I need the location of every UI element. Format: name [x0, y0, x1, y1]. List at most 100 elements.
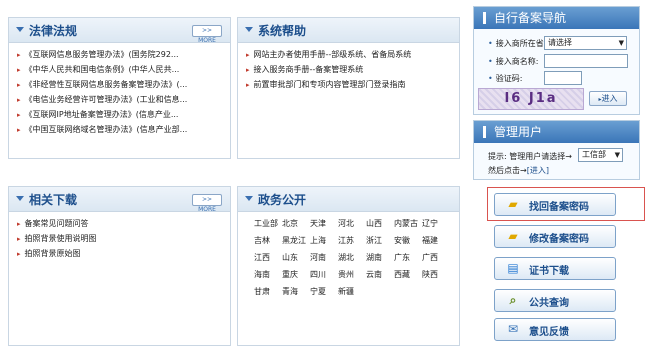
province-row: 海南 重庆 四川 贵州 云南 西藏 陕西 [254, 266, 450, 283]
province-link[interactable]: 吉林 [254, 232, 282, 249]
captcha-input[interactable] [544, 71, 582, 85]
admin-select[interactable]: 工信部 ▼ [578, 148, 623, 162]
feedback-button[interactable]: ✉ 意见反馈 [494, 318, 616, 341]
certificate-download-button[interactable]: ▤ 证书下载 [494, 257, 616, 280]
chevron-down-icon: ▼ [614, 151, 620, 159]
laws-panel: 法律法规 >> MORE ▸ 《互联网信息服务管理办法》(国务院292... ▸ 《… [8, 17, 231, 159]
gov-panel: 政务公开 工业部 北京 天津 河北 山西 内蒙古 辽宁 吉林 黑龙江 上海 江苏 浙江 安徽 福建 江西… [237, 186, 460, 346]
province-link[interactable]: 安徽 [394, 232, 422, 249]
triangle-down-icon [16, 27, 24, 32]
downloads-list: ▸ 备案常见问题问答 ▸ 拍照背景使用说明图 ▸ 拍照背景原始图 [9, 212, 230, 261]
bullet-icon: • [488, 74, 493, 83]
list-item[interactable]: ▸ 《中华人民共和国电信条例》(中华人民共... [17, 62, 230, 77]
province-link[interactable]: 陕西 [422, 266, 450, 283]
province-link[interactable]: 新疆 [338, 283, 366, 300]
isp-name-label: • 接入商名称: [488, 57, 539, 66]
bullet-icon: ▸ [246, 51, 250, 59]
triangle-down-icon [16, 196, 24, 201]
enter-button[interactable]: ▸进入 [589, 91, 627, 106]
bullet-icon: ▸ [17, 51, 21, 59]
province-link[interactable]: 河北 [338, 215, 366, 232]
laws-more-button[interactable]: >> MORE [192, 25, 222, 44]
list-item[interactable]: ▸ 拍照背景使用说明图 [17, 231, 230, 246]
province-row: 吉林 黑龙江 上海 江苏 浙江 安徽 福建 [254, 232, 450, 249]
province-link[interactable]: 山东 [282, 249, 310, 266]
province-link[interactable]: 云南 [366, 266, 394, 283]
list-item[interactable]: ▸ 《互联网信息服务管理办法》(国务院292... [17, 47, 230, 62]
isp-province-label: • 接入商所在省: [488, 39, 547, 48]
certificate-download-icon: ▤ [507, 261, 519, 275]
province-link[interactable]: 内蒙古 [394, 215, 422, 232]
bullet-icon: ▸ [17, 235, 21, 243]
gov-panel-header: 政务公开 [238, 187, 459, 212]
province-link[interactable]: 广西 [422, 249, 450, 266]
change-password-button[interactable]: ▰ 修改备案密码 [494, 225, 616, 248]
search-query-icon: ⌕ [509, 293, 517, 307]
help-panel-header: 系统帮助 [238, 18, 459, 43]
list-item[interactable]: ▸ 《电信业务经营许可管理办法》(工业和信息... [17, 92, 230, 107]
laws-panel-title: 法律法规 [29, 24, 78, 38]
folder-key-icon: ▰ [508, 197, 518, 211]
isp-name-input[interactable] [544, 54, 628, 68]
admin-enter-link[interactable]: [进入] [527, 166, 549, 175]
admin-user-panel: 管理用户 提示: 管理用户请选择→ 工信部 ▼ 然后点击→[进入] [473, 120, 640, 180]
bullet-icon: ▸ [246, 66, 250, 74]
downloads-more-button[interactable]: >> MORE [192, 194, 222, 213]
downloads-panel: 相关下载 >> MORE ▸ 备案常见问题问答 ▸ 拍照背景使用说明图 ▸ 拍照背景原… [8, 186, 231, 346]
list-item[interactable]: ▸ 拍照背景原始图 [17, 246, 230, 261]
province-row: 工业部 北京 天津 河北 山西 内蒙古 辽宁 [254, 215, 450, 232]
laws-panel-header: 法律法规 >> MORE [9, 18, 230, 44]
bullet-icon: ▸ [17, 96, 21, 104]
self-filing-nav-panel: 自行备案导航 • 接入商所在省: 请选择 ▼ • 接入商名称: • 验证码: I6 J1… [473, 6, 640, 115]
downloads-panel-title: 相关下载 [29, 193, 78, 207]
recover-password-button[interactable]: ▰ 找回备案密码 [494, 193, 616, 216]
list-item[interactable]: ▸ 《中国互联网络域名管理办法》(信息产业部... [17, 122, 230, 137]
list-item[interactable]: ▸ 前置审批部门和专项内容管理部门登录指南 [246, 77, 459, 92]
list-item[interactable]: ▸ 备案常见问题问答 [17, 216, 230, 231]
province-link[interactable]: 上海 [310, 232, 338, 249]
triangle-down-icon [245, 196, 253, 201]
list-item[interactable]: ▸ 网站主办者使用手册--部级系统、省备局系统 [246, 47, 459, 62]
province-link[interactable]: 浙江 [366, 232, 394, 249]
province-link[interactable]: 工业部 [254, 215, 282, 232]
province-link[interactable]: 贵州 [338, 266, 366, 283]
province-link[interactable]: 江苏 [338, 232, 366, 249]
province-link[interactable]: 海南 [254, 266, 282, 283]
bullet-icon: ▸ [17, 66, 21, 74]
province-link[interactable]: 湖南 [366, 249, 394, 266]
chevron-down-icon: ▼ [618, 39, 624, 47]
bullet-icon: ▸ [17, 111, 21, 119]
province-link[interactable]: 天津 [310, 215, 338, 232]
list-item[interactable]: ▸ 接入服务商手册--备案管理系统 [246, 62, 459, 77]
bullet-icon: • [488, 39, 493, 48]
triangle-down-icon [245, 27, 253, 32]
province-link[interactable]: 山西 [366, 215, 394, 232]
province-link[interactable]: 四川 [310, 266, 338, 283]
gov-panel-title: 政务公开 [258, 193, 307, 207]
public-query-button[interactable]: ⌕ 公共查询 [494, 289, 616, 312]
admin-hint: 提示: 管理用户请选择→ [488, 152, 572, 161]
province-link[interactable]: 河南 [310, 249, 338, 266]
bullet-icon: ▸ [17, 81, 21, 89]
province-link[interactable]: 江西 [254, 249, 282, 266]
province-link[interactable]: 北京 [282, 215, 310, 232]
province-link[interactable]: 青海 [282, 283, 310, 300]
province-link[interactable]: 辽宁 [422, 215, 450, 232]
bullet-icon: ▸ [246, 81, 250, 89]
province-link[interactable]: 湖北 [338, 249, 366, 266]
isp-province-select[interactable]: 请选择 ▼ [544, 36, 627, 50]
feedback-icon: ✉ [507, 322, 519, 336]
laws-list: ▸ 《互联网信息服务管理办法》(国务院292... ▸ 《中华人民共和国电信条例》(… [9, 43, 230, 137]
province-link[interactable]: 宁夏 [310, 283, 338, 300]
province-link[interactable]: 黑龙江 [282, 232, 310, 249]
admin-user-title: 管理用户 [474, 121, 639, 143]
province-link[interactable]: 广东 [394, 249, 422, 266]
province-link[interactable]: 福建 [422, 232, 450, 249]
province-link[interactable]: 重庆 [282, 266, 310, 283]
list-item[interactable]: ▸ 《非经营性互联网信息服务备案管理办法》(... [17, 77, 230, 92]
province-grid: 工业部 北京 天津 河北 山西 内蒙古 辽宁 吉林 黑龙江 上海 江苏 浙江 安徽 福建 江西 山东 河南湖… [254, 215, 450, 300]
list-item[interactable]: ▸ 《互联网IP地址备案管理办法》(信息产业... [17, 107, 230, 122]
province-link[interactable]: 西藏 [394, 266, 422, 283]
bullet-icon: • [488, 57, 493, 66]
province-link[interactable]: 甘肃 [254, 283, 282, 300]
